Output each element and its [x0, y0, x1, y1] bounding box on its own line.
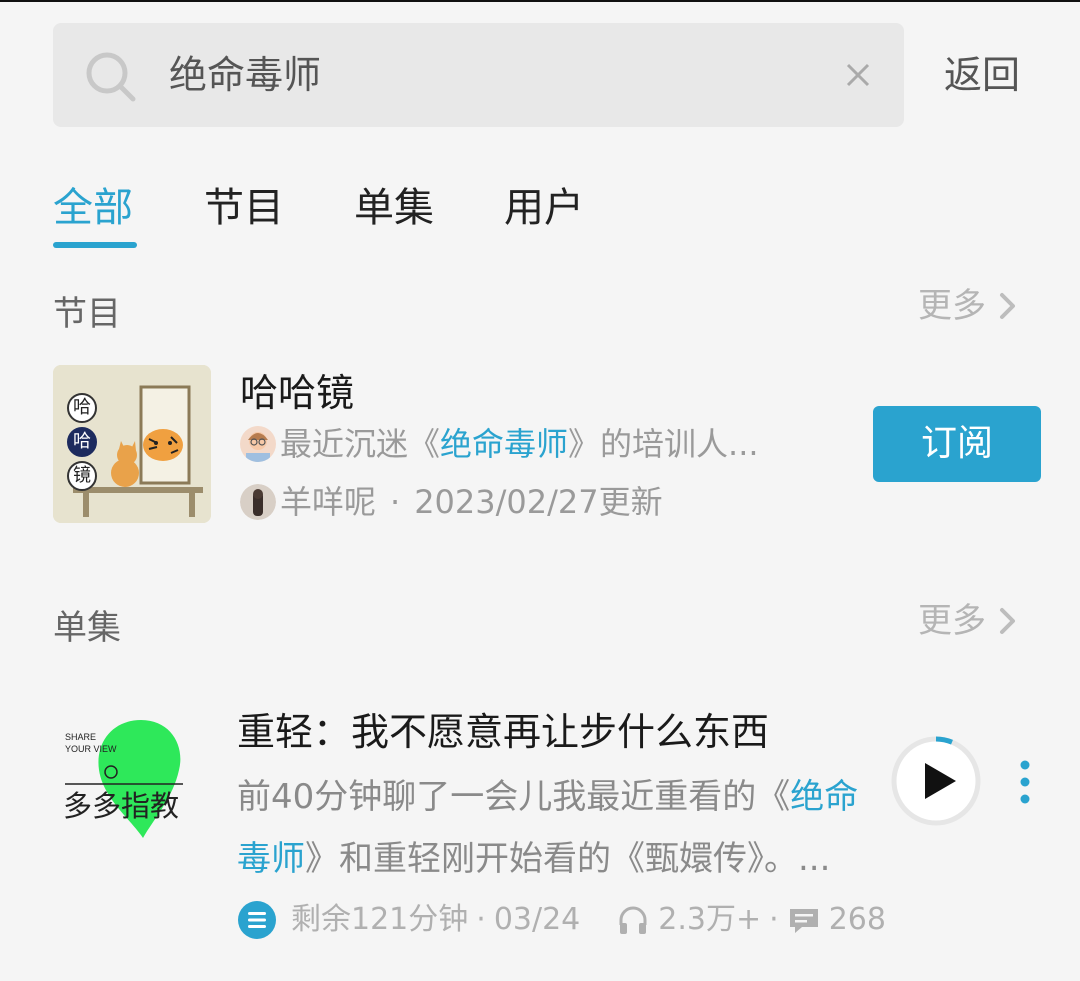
- back-button[interactable]: 返回: [944, 47, 1020, 103]
- play-count: 2.3万+: [658, 902, 762, 937]
- cover-title-text: 多多指教: [63, 789, 180, 823]
- episodes-section-title: 单集: [53, 608, 121, 648]
- description-highlight: 绝命毒师: [440, 425, 569, 463]
- description-prefix: 最近沉迷《: [280, 425, 441, 463]
- cover-char-2: 哈: [67, 427, 97, 457]
- more-options-icon[interactable]: [1012, 758, 1038, 806]
- author-name[interactable]: 羊咩呢: [280, 478, 376, 526]
- tab-episodes[interactable]: 单集: [354, 180, 434, 236]
- programs-section-title: 节目: [53, 294, 121, 334]
- cover-small-text-view: YOUR VIEW: [65, 744, 117, 754]
- separator-dot: ·: [390, 483, 401, 521]
- cover-char-1: 哈: [67, 393, 97, 423]
- comment-icon: [789, 909, 818, 933]
- clear-icon[interactable]: [844, 61, 872, 89]
- episode-desc-part1: 前40分钟聊了一会儿我最近重看的《: [237, 777, 791, 817]
- play-button[interactable]: [890, 735, 982, 827]
- subscribe-button[interactable]: 订阅: [873, 406, 1041, 482]
- active-tab-indicator: [53, 242, 137, 248]
- chevron-right-icon: [1000, 608, 1015, 634]
- top-border: [0, 0, 1080, 2]
- episode-description: 前40分钟聊了一会儿我最近重看的《绝命毒师》和重轻刚开始看的《甄嬛传》。...: [237, 766, 862, 890]
- program-description: 最近沉迷《 绝命毒师 》的培训人...: [240, 420, 800, 468]
- separator-dot: ·: [476, 902, 486, 937]
- cover-char-3: 镜: [67, 461, 97, 491]
- separator-dot: ·: [769, 902, 779, 937]
- remaining-time: 剩余121分钟: [291, 902, 469, 937]
- updated-date: 2023/02/27更新: [414, 483, 663, 521]
- programs-more-link[interactable]: 更多: [918, 282, 1018, 330]
- headphones-icon: [619, 906, 647, 934]
- chevron-right-icon: [1000, 293, 1015, 319]
- playlist-icon: [238, 901, 276, 939]
- search-input[interactable]: 绝命毒师: [169, 47, 321, 103]
- episode-date: 03/24: [493, 902, 581, 937]
- tab-users[interactable]: 用户: [504, 180, 584, 236]
- program-title[interactable]: 哈哈镜: [240, 368, 354, 418]
- search-bar[interactable]: 绝命毒师: [53, 23, 904, 127]
- more-label: 更多: [918, 601, 986, 641]
- episodes-more-link[interactable]: 更多: [918, 597, 1018, 645]
- episode-title[interactable]: 重轻：我不愿意再让步什么东西: [237, 706, 769, 758]
- tab-all[interactable]: 全部: [53, 180, 133, 236]
- description-suffix: 》的培训人...: [568, 425, 759, 463]
- program-meta: 羊咩呢 · 2023/02/27更新: [240, 478, 663, 526]
- more-label: 更多: [918, 286, 986, 326]
- program-cover[interactable]: 哈 哈 镜: [53, 365, 211, 523]
- cover-small-text-share: SHARE: [65, 732, 97, 742]
- episode-cover[interactable]: SHARE YOUR VIEW 多多指教: [53, 712, 211, 852]
- comment-count: 268: [828, 902, 886, 937]
- episode-meta: 剩余121分钟 · 03/24 2.3万+ · 268: [237, 896, 886, 944]
- author-avatar[interactable]: [240, 484, 276, 520]
- description-avatar-icon: [240, 426, 276, 462]
- search-icon: [86, 52, 136, 102]
- tab-programs[interactable]: 节目: [204, 180, 284, 236]
- episode-desc-part2: 》和重轻刚开始看的《甄嬛传》。...: [305, 839, 831, 879]
